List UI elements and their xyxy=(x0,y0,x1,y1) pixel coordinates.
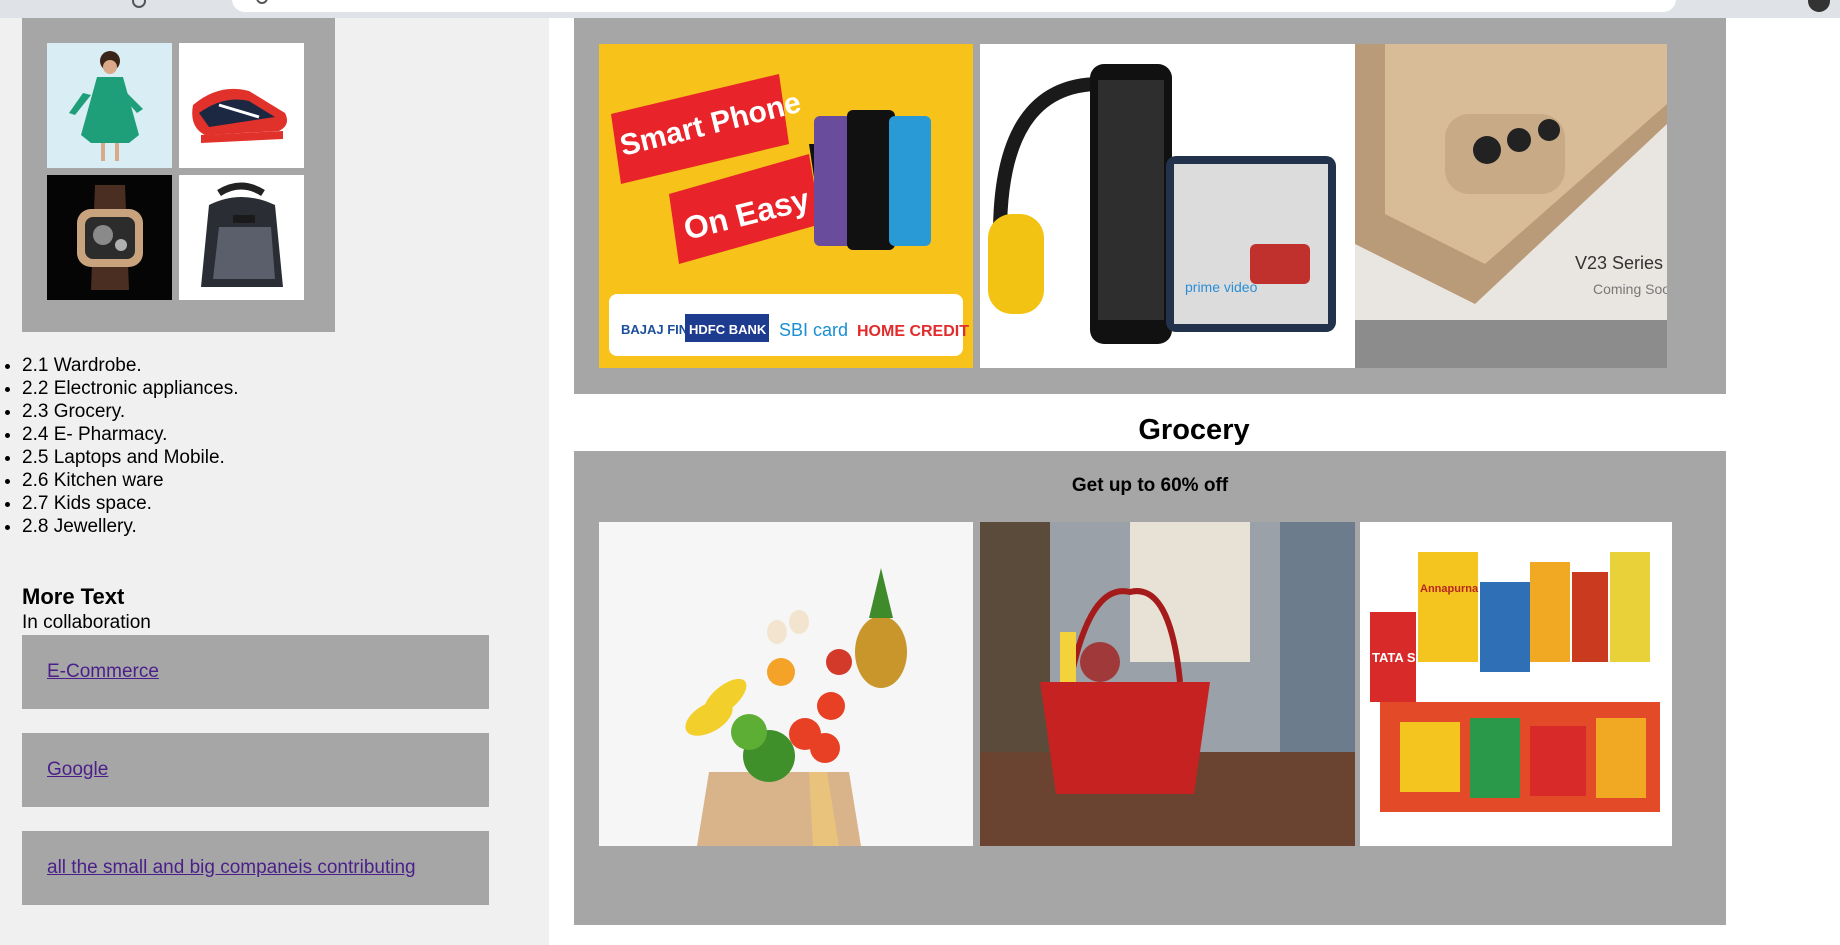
grocery-panel: Get up to 60% off TATA SALT Annapurna xyxy=(574,451,1726,925)
sidebar: 2.1 Wardrobe. 2.2 Electronic appliances.… xyxy=(0,18,549,945)
companies-link[interactable]: all the small and big companeis contribu… xyxy=(47,857,416,879)
hdfc-logo-text: HDFC BANK xyxy=(689,322,767,337)
topic-jewellery: 2.8 Jewellery. xyxy=(22,515,239,538)
shopping-basket-image[interactable] xyxy=(980,522,1355,846)
packaged-groceries-image[interactable]: TATA SALT Annapurna xyxy=(1360,522,1672,846)
topics-list: 2.1 Wardrobe. 2.2 Electronic appliances.… xyxy=(0,354,239,538)
topic-grocery: 2.3 Grocery. xyxy=(22,400,239,423)
wardrobe-thumbnail[interactable] xyxy=(47,43,172,168)
google-link[interactable]: Google xyxy=(47,759,108,781)
address-bar[interactable] xyxy=(232,0,1676,12)
topic-laptops-mobile: 2.5 Laptops and Mobile. xyxy=(22,446,239,469)
grocery-heading: Grocery xyxy=(1138,414,1250,446)
grocery-offer-text: Get up to 60% off xyxy=(1071,475,1229,496)
product-thumbnail-panel xyxy=(22,18,335,332)
topic-e-pharmacy: 2.4 E- Pharmacy. xyxy=(22,423,239,446)
browser-toolbar xyxy=(0,0,1840,18)
backpack-thumbnail[interactable] xyxy=(179,175,304,300)
annapurna-text: Annapurna xyxy=(1420,583,1479,595)
coming-soon-text: Coming Soon xyxy=(1593,281,1667,297)
collaboration-text: In collaboration xyxy=(22,612,151,633)
ecommerce-link[interactable]: E-Commerce xyxy=(47,661,159,683)
electronics-promo-panel: Smart Phone On Easy EMI BAJAJ FINSERV HD… xyxy=(574,18,1726,394)
more-text-heading: More Text xyxy=(22,584,125,609)
profile-avatar[interactable] xyxy=(1808,0,1830,12)
sneaker-thumbnail[interactable] xyxy=(179,43,304,168)
topic-electronic-appliances: 2.2 Electronic appliances. xyxy=(22,377,239,400)
link-box-companies: all the small and big companeis contribu… xyxy=(22,831,489,905)
link-box-google: Google xyxy=(22,733,489,807)
topic-kids-space: 2.7 Kids space. xyxy=(22,492,239,515)
watch-thumbnail[interactable] xyxy=(47,175,172,300)
topic-wardrobe: 2.1 Wardrobe. xyxy=(22,354,239,377)
home-credit-logo-text: HOME CREDIT xyxy=(857,323,969,340)
headphones-phone-banner[interactable]: prime video xyxy=(980,44,1355,368)
smartphone-emi-banner[interactable]: Smart Phone On Easy EMI BAJAJ FINSERV HD… xyxy=(599,44,973,368)
v23-series-text: V23 Series 5G xyxy=(1575,253,1667,273)
link-box-ecommerce: E-Commerce xyxy=(22,635,489,709)
topic-kitchen-ware: 2.6 Kitchen ware xyxy=(22,469,239,492)
prime-video-text: prime video xyxy=(1185,279,1258,295)
v23-series-banner[interactable]: V23 Series 5G Coming Soon xyxy=(1355,44,1667,368)
sbi-logo-text: SBI card xyxy=(779,320,848,340)
info-icon[interactable] xyxy=(132,0,146,8)
vegetables-bag-image[interactable] xyxy=(599,522,973,846)
